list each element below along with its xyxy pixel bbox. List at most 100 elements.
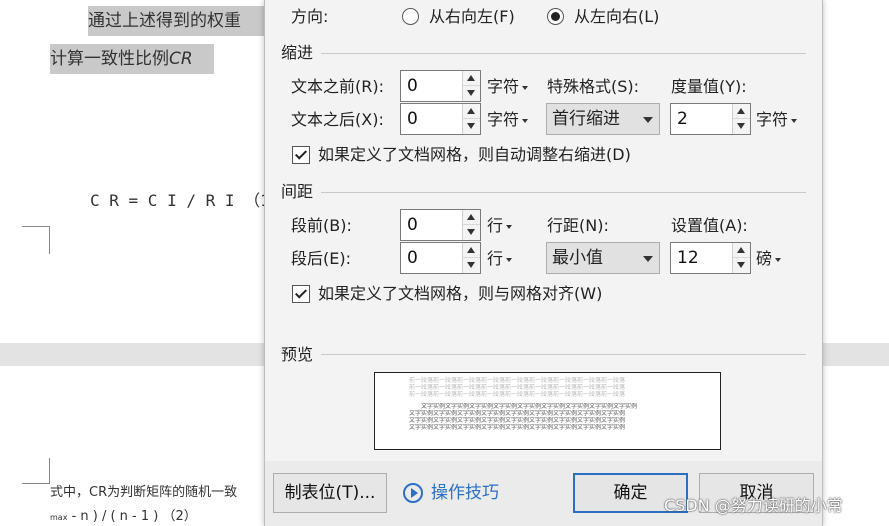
- highlighted-text-line-2: 计算一致性比例CR: [50, 44, 214, 74]
- arrow-up-icon: [737, 247, 745, 253]
- indent-before-arrows[interactable]: [462, 71, 480, 101]
- preview-sample-line-4: 文字实例文字实例文字实例文字实例文字实例文字实例文字实例文字实例文字实例: [409, 424, 626, 431]
- line-spacing-value: 最小值: [552, 248, 603, 268]
- spin-down-button[interactable]: [733, 119, 750, 134]
- arrow-down-icon: [467, 90, 475, 96]
- space-before-arrows[interactable]: [462, 210, 480, 240]
- chevron-down-icon: [522, 118, 529, 123]
- indent-after-label: 文本之后(X):: [291, 110, 384, 129]
- paragraph-dialog: 方向: 从右向左(F) 从左向右(L) 缩进 文本之前(R): 0 字符 特殊格…: [264, 0, 823, 526]
- indent-section-title: 缩进: [281, 43, 314, 62]
- check-icon: [294, 147, 308, 160]
- spin-down-button[interactable]: [463, 225, 480, 240]
- special-format-label: 特殊格式(S):: [547, 77, 640, 96]
- setting-value-unit[interactable]: 磅: [756, 248, 782, 270]
- arrow-up-icon: [467, 108, 475, 114]
- space-after-spinner[interactable]: 0: [400, 242, 481, 274]
- footer-formula: - n ) / ( n - 1 ) （2）: [67, 509, 197, 524]
- preview-box: 前一段落前一段落前一段落前一段落前一段落前一段落前一段落前一段落前一段落 前一段…: [374, 372, 721, 450]
- measure-value[interactable]: 2: [677, 108, 688, 130]
- direction-ltr-radio[interactable]: [547, 8, 564, 25]
- indent-after-spinner[interactable]: 0: [400, 103, 481, 135]
- space-before-unit[interactable]: 行: [487, 215, 513, 237]
- preview-section-title: 预览: [281, 345, 314, 364]
- footer-text-line-2: max - n ) / ( n - 1 ) （2）: [50, 508, 264, 526]
- indent-after-value[interactable]: 0: [407, 108, 418, 130]
- chevron-down-icon: [775, 257, 782, 262]
- arrow-up-icon: [467, 75, 475, 81]
- arrow-down-icon: [467, 229, 475, 235]
- spin-up-button[interactable]: [463, 243, 480, 258]
- spin-up-button[interactable]: [463, 71, 480, 86]
- direction-rtl-radio[interactable]: [402, 8, 419, 25]
- unit-text: 行: [487, 249, 504, 268]
- chevron-down-icon: [791, 118, 798, 123]
- spin-up-button[interactable]: [733, 243, 750, 258]
- direction-ltr-label[interactable]: 从左向右(L): [574, 6, 659, 28]
- line-spacing-label: 行距(N):: [547, 216, 609, 235]
- spin-up-button[interactable]: [463, 210, 480, 225]
- unit-text: 磅: [756, 249, 773, 268]
- space-before-label: 段前(B):: [291, 216, 352, 235]
- setting-value-arrows[interactable]: [732, 243, 750, 273]
- measure-unit[interactable]: 字符: [756, 109, 798, 131]
- page-corner-mark-2: [22, 458, 50, 484]
- setting-value[interactable]: 12: [677, 247, 699, 269]
- space-before-spinner[interactable]: 0: [400, 209, 481, 241]
- chevron-down-icon: [506, 257, 513, 262]
- space-after-unit[interactable]: 行: [487, 248, 513, 270]
- check-icon: [294, 286, 308, 299]
- chevron-down-icon: [522, 85, 529, 90]
- highlighted-text-line-1: 通过上述得到的权重: [88, 6, 264, 36]
- lambda-max-subscript: max: [50, 513, 68, 522]
- measure-arrows[interactable]: [732, 104, 750, 134]
- line-spacing-select[interactable]: 最小值: [546, 242, 660, 274]
- spin-up-button[interactable]: [463, 104, 480, 119]
- auto-right-indent-checkbox[interactable]: [292, 146, 310, 164]
- measure-spinner[interactable]: 2: [670, 103, 751, 135]
- direction-rtl-label[interactable]: 从右向左(F): [429, 6, 515, 28]
- indent-after-unit[interactable]: 字符: [487, 109, 529, 131]
- preview-divider: [321, 354, 806, 355]
- arrow-up-icon: [467, 214, 475, 220]
- dropdown-arrow-icon: [643, 256, 653, 262]
- indent-before-value[interactable]: 0: [407, 75, 418, 97]
- arrow-down-icon: [467, 123, 475, 129]
- spin-down-button[interactable]: [463, 258, 480, 273]
- indent-before-unit[interactable]: 字符: [487, 76, 529, 98]
- snap-to-grid-label[interactable]: 如果定义了文档网格，则与网格对齐(W): [318, 283, 602, 305]
- csdn-watermark: CSDN @努力读研的小常: [664, 496, 843, 515]
- unit-text: 字符: [487, 110, 520, 129]
- measure-label: 度量值(Y):: [671, 77, 747, 96]
- indent-divider: [321, 53, 806, 54]
- setting-value-label: 设置值(A):: [671, 216, 748, 235]
- page-corner-mark: [22, 226, 50, 254]
- arrow-up-icon: [737, 108, 745, 114]
- space-before-value[interactable]: 0: [407, 214, 418, 236]
- preview-sample-line-3: 文字实例文字实例文字实例文字实例文字实例文字实例文字实例文字实例文字实例: [409, 417, 626, 424]
- auto-right-indent-label[interactable]: 如果定义了文档网格，则自动调整右缩进(D): [318, 144, 631, 166]
- special-format-value: 首行缩进: [552, 109, 620, 129]
- space-after-arrows[interactable]: [462, 243, 480, 273]
- indent-before-label: 文本之前(R):: [291, 77, 384, 96]
- preview-sample-line-1: 文字实例文字实例文字实例文字实例文字实例文字实例文字实例文字实例文字实例: [421, 403, 638, 410]
- setting-value-spinner[interactable]: 12: [670, 242, 751, 274]
- tabs-button[interactable]: 制表位(T)...: [273, 473, 387, 513]
- space-after-label: 段后(E):: [291, 249, 351, 268]
- space-after-value[interactable]: 0: [407, 247, 418, 269]
- unit-text: 字符: [756, 110, 789, 129]
- spin-down-button[interactable]: [463, 119, 480, 134]
- spin-down-button[interactable]: [733, 258, 750, 273]
- spacing-section-title: 间距: [281, 182, 314, 201]
- play-icon: [403, 483, 423, 503]
- text-line-2-main: 计算一致性比例: [50, 49, 169, 69]
- footer-text-line-1: 式中，CR为判断矩阵的随机一致: [50, 485, 238, 500]
- spin-down-button[interactable]: [463, 86, 480, 101]
- snap-to-grid-checkbox[interactable]: [292, 285, 310, 303]
- indent-before-spinner[interactable]: 0: [400, 70, 481, 102]
- spin-up-button[interactable]: [733, 104, 750, 119]
- indent-after-arrows[interactable]: [462, 104, 480, 134]
- tips-label[interactable]: 操作技巧: [431, 482, 499, 504]
- special-format-select[interactable]: 首行缩进: [546, 103, 660, 135]
- preview-prev-line-2: 前一段落前一段落前一段落前一段落前一段落前一段落前一段落前一段落前一段落: [409, 384, 626, 391]
